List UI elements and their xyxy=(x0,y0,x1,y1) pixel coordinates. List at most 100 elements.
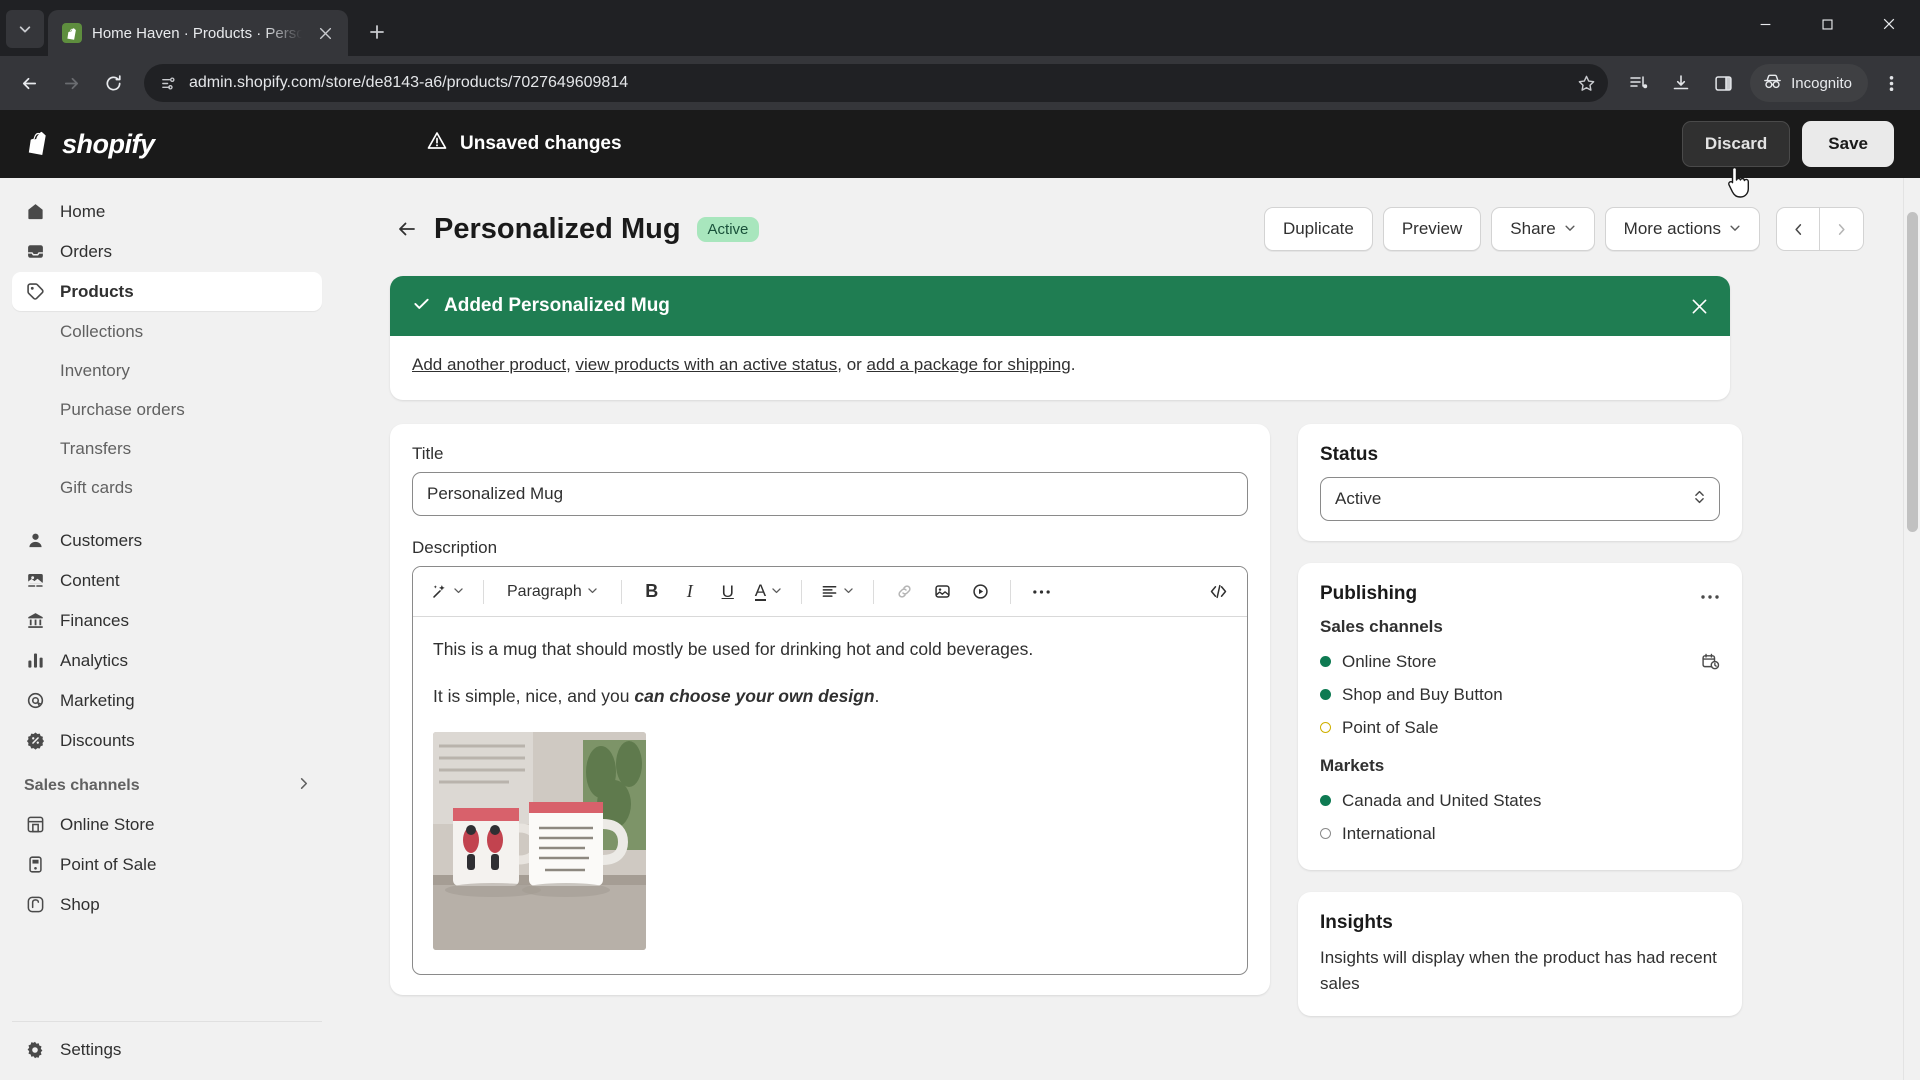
market-canada-and-united-states[interactable]: Canada and United States xyxy=(1320,784,1720,817)
add-package-link[interactable]: add a package for shipping xyxy=(867,355,1071,374)
maximize-icon[interactable] xyxy=(1796,0,1858,48)
block-format-select[interactable]: Paragraph xyxy=(497,575,608,609)
sidebar-item-transfers[interactable]: Transfers xyxy=(12,429,322,468)
market-international[interactable]: International xyxy=(1320,817,1720,850)
previous-product-button[interactable] xyxy=(1776,207,1820,251)
insert-video-icon[interactable] xyxy=(963,575,997,609)
magic-wand-icon[interactable] xyxy=(425,575,470,609)
product-details-card: Title Personalized Mug Description Parag… xyxy=(390,424,1270,995)
banner-title: Added Personalized Mug xyxy=(444,295,670,316)
sidebar-item-marketing[interactable]: Marketing xyxy=(12,681,322,720)
save-button[interactable]: Save xyxy=(1802,121,1894,167)
calendar-clock-icon[interactable] xyxy=(1701,652,1720,671)
sidebar-item-collections[interactable]: Collections xyxy=(12,312,322,351)
toolbar-divider xyxy=(620,579,622,604)
title-input[interactable]: Personalized Mug xyxy=(412,472,1248,516)
preview-button[interactable]: Preview xyxy=(1382,207,1482,251)
next-product-button[interactable] xyxy=(1820,207,1864,251)
download-icon[interactable] xyxy=(1662,64,1700,102)
status-select[interactable]: Active xyxy=(1320,477,1720,521)
share-button[interactable]: Share xyxy=(1491,207,1595,251)
banner-header: Added Personalized Mug xyxy=(390,276,1730,336)
sidebar-item-label: Customers xyxy=(60,530,143,550)
underline-button[interactable]: U xyxy=(711,575,745,609)
right-column: Status Active Publishing Sales channels … xyxy=(1298,424,1742,1038)
shopify-wordmark: shopify xyxy=(62,128,155,159)
channel-label: Point of Sale xyxy=(1342,717,1439,737)
shopify-logo[interactable]: shopify xyxy=(26,129,426,160)
page-scrollbar[interactable] xyxy=(1903,178,1920,1080)
status-select-value: Active xyxy=(1335,489,1382,508)
close-tab-icon[interactable] xyxy=(312,20,338,46)
more-actions-button[interactable]: More actions xyxy=(1604,207,1760,251)
header-actions: Duplicate Preview Share More actions xyxy=(1263,207,1864,251)
sidebar-item-label: Point of Sale xyxy=(60,854,157,874)
banner-sep-3: . xyxy=(1070,355,1076,374)
link-icon[interactable] xyxy=(887,575,921,609)
page-info-icon[interactable] xyxy=(160,75,177,92)
bold-button[interactable]: B xyxy=(635,575,669,609)
sidebar-item-content[interactable]: Content xyxy=(12,561,322,600)
sidebar-item-home[interactable]: Home xyxy=(12,192,322,231)
sales-channel-online-store[interactable]: Online Store xyxy=(1320,645,1720,678)
duplicate-button[interactable]: Duplicate xyxy=(1263,207,1373,251)
window-close-icon[interactable] xyxy=(1858,0,1920,48)
three-dot-menu-icon[interactable] xyxy=(1872,64,1910,102)
sidebar-item-orders[interactable]: Orders xyxy=(12,232,322,271)
sidebar-item-settings[interactable]: Settings xyxy=(12,1030,322,1069)
ellipsis-icon[interactable] xyxy=(1700,584,1720,605)
back-arrow-icon[interactable] xyxy=(10,64,48,102)
back-arrow-icon[interactable] xyxy=(390,212,424,246)
add-another-product-link[interactable]: Add another product xyxy=(412,355,566,374)
shopify-favicon-icon xyxy=(62,23,82,43)
insert-image-icon[interactable] xyxy=(925,575,959,609)
sidebar-item-purchase-orders[interactable]: Purchase orders xyxy=(12,390,322,429)
text-color-label: A xyxy=(754,580,767,602)
personalized-mug-photo[interactable] xyxy=(433,731,646,950)
text-color-button[interactable]: A xyxy=(749,575,788,609)
sidebar-item-finances[interactable]: Finances xyxy=(12,601,322,640)
ellipsis-icon[interactable] xyxy=(1024,575,1058,609)
new-tab-button[interactable] xyxy=(358,13,396,51)
description-field-label: Description xyxy=(412,538,498,557)
description-paragraph-2: It is simple, nice, and you can choose y… xyxy=(433,684,1227,709)
sidebar-item-inventory[interactable]: Inventory xyxy=(12,351,322,390)
sidebar-item-discounts[interactable]: Discounts xyxy=(12,721,322,760)
sales-channel-shop-and-buy-button[interactable]: Shop and Buy Button xyxy=(1320,678,1720,711)
address-bar[interactable]: admin.shopify.com/store/de8143-a6/produc… xyxy=(144,64,1609,102)
sidebar-item-gift-cards[interactable]: Gift cards xyxy=(12,468,322,507)
side-panel-icon[interactable] xyxy=(1704,64,1742,102)
incognito-profile-pill[interactable]: Incognito xyxy=(1750,64,1868,102)
sales-channel-point-of-sale[interactable]: Point of Sale xyxy=(1320,711,1720,744)
code-brackets-icon[interactable] xyxy=(1201,575,1235,609)
reload-icon[interactable] xyxy=(94,64,132,102)
chevron-right-icon[interactable] xyxy=(297,777,310,795)
sidebar-item-customers[interactable]: Customers xyxy=(12,521,322,560)
forward-arrow-icon[interactable] xyxy=(52,64,90,102)
sidebar-item-label: Finances xyxy=(60,610,129,630)
scrollbar-thumb[interactable] xyxy=(1907,212,1918,532)
tab-search-button[interactable] xyxy=(6,10,44,48)
analytics-bars-icon xyxy=(24,650,46,672)
sidebar-item-label: Products xyxy=(60,281,134,301)
discard-button[interactable]: Discard xyxy=(1681,121,1791,167)
publishing-card: Publishing Sales channels Online Store S… xyxy=(1298,563,1742,870)
description-body[interactable]: This is a mug that should mostly be used… xyxy=(413,617,1247,974)
block-format-value: Paragraph xyxy=(507,582,582,600)
close-icon[interactable] xyxy=(1691,298,1708,315)
align-left-icon[interactable] xyxy=(815,575,860,609)
status-dot-empty-icon xyxy=(1320,828,1331,839)
star-icon[interactable] xyxy=(1577,74,1596,93)
italic-button[interactable]: I xyxy=(673,575,707,609)
sidebar-item-shop[interactable]: Shop xyxy=(12,885,322,924)
browser-tab[interactable]: Home Haven · Products · Perso xyxy=(48,10,348,56)
sidebar-section-sales-channels[interactable]: Sales channels xyxy=(12,767,322,805)
sidebar-item-analytics[interactable]: Analytics xyxy=(12,641,322,680)
view-active-products-link[interactable]: view products with an active status xyxy=(576,355,838,374)
sidebar-item-online-store[interactable]: Online Store xyxy=(12,805,322,844)
sidebar-item-point-of-sale[interactable]: Point of Sale xyxy=(12,845,322,884)
minimize-icon[interactable] xyxy=(1734,0,1796,48)
media-controls-icon[interactable] xyxy=(1620,64,1658,102)
browser-toolbar: admin.shopify.com/store/de8143-a6/produc… xyxy=(0,56,1920,110)
sidebar-item-products[interactable]: Products xyxy=(12,272,322,311)
